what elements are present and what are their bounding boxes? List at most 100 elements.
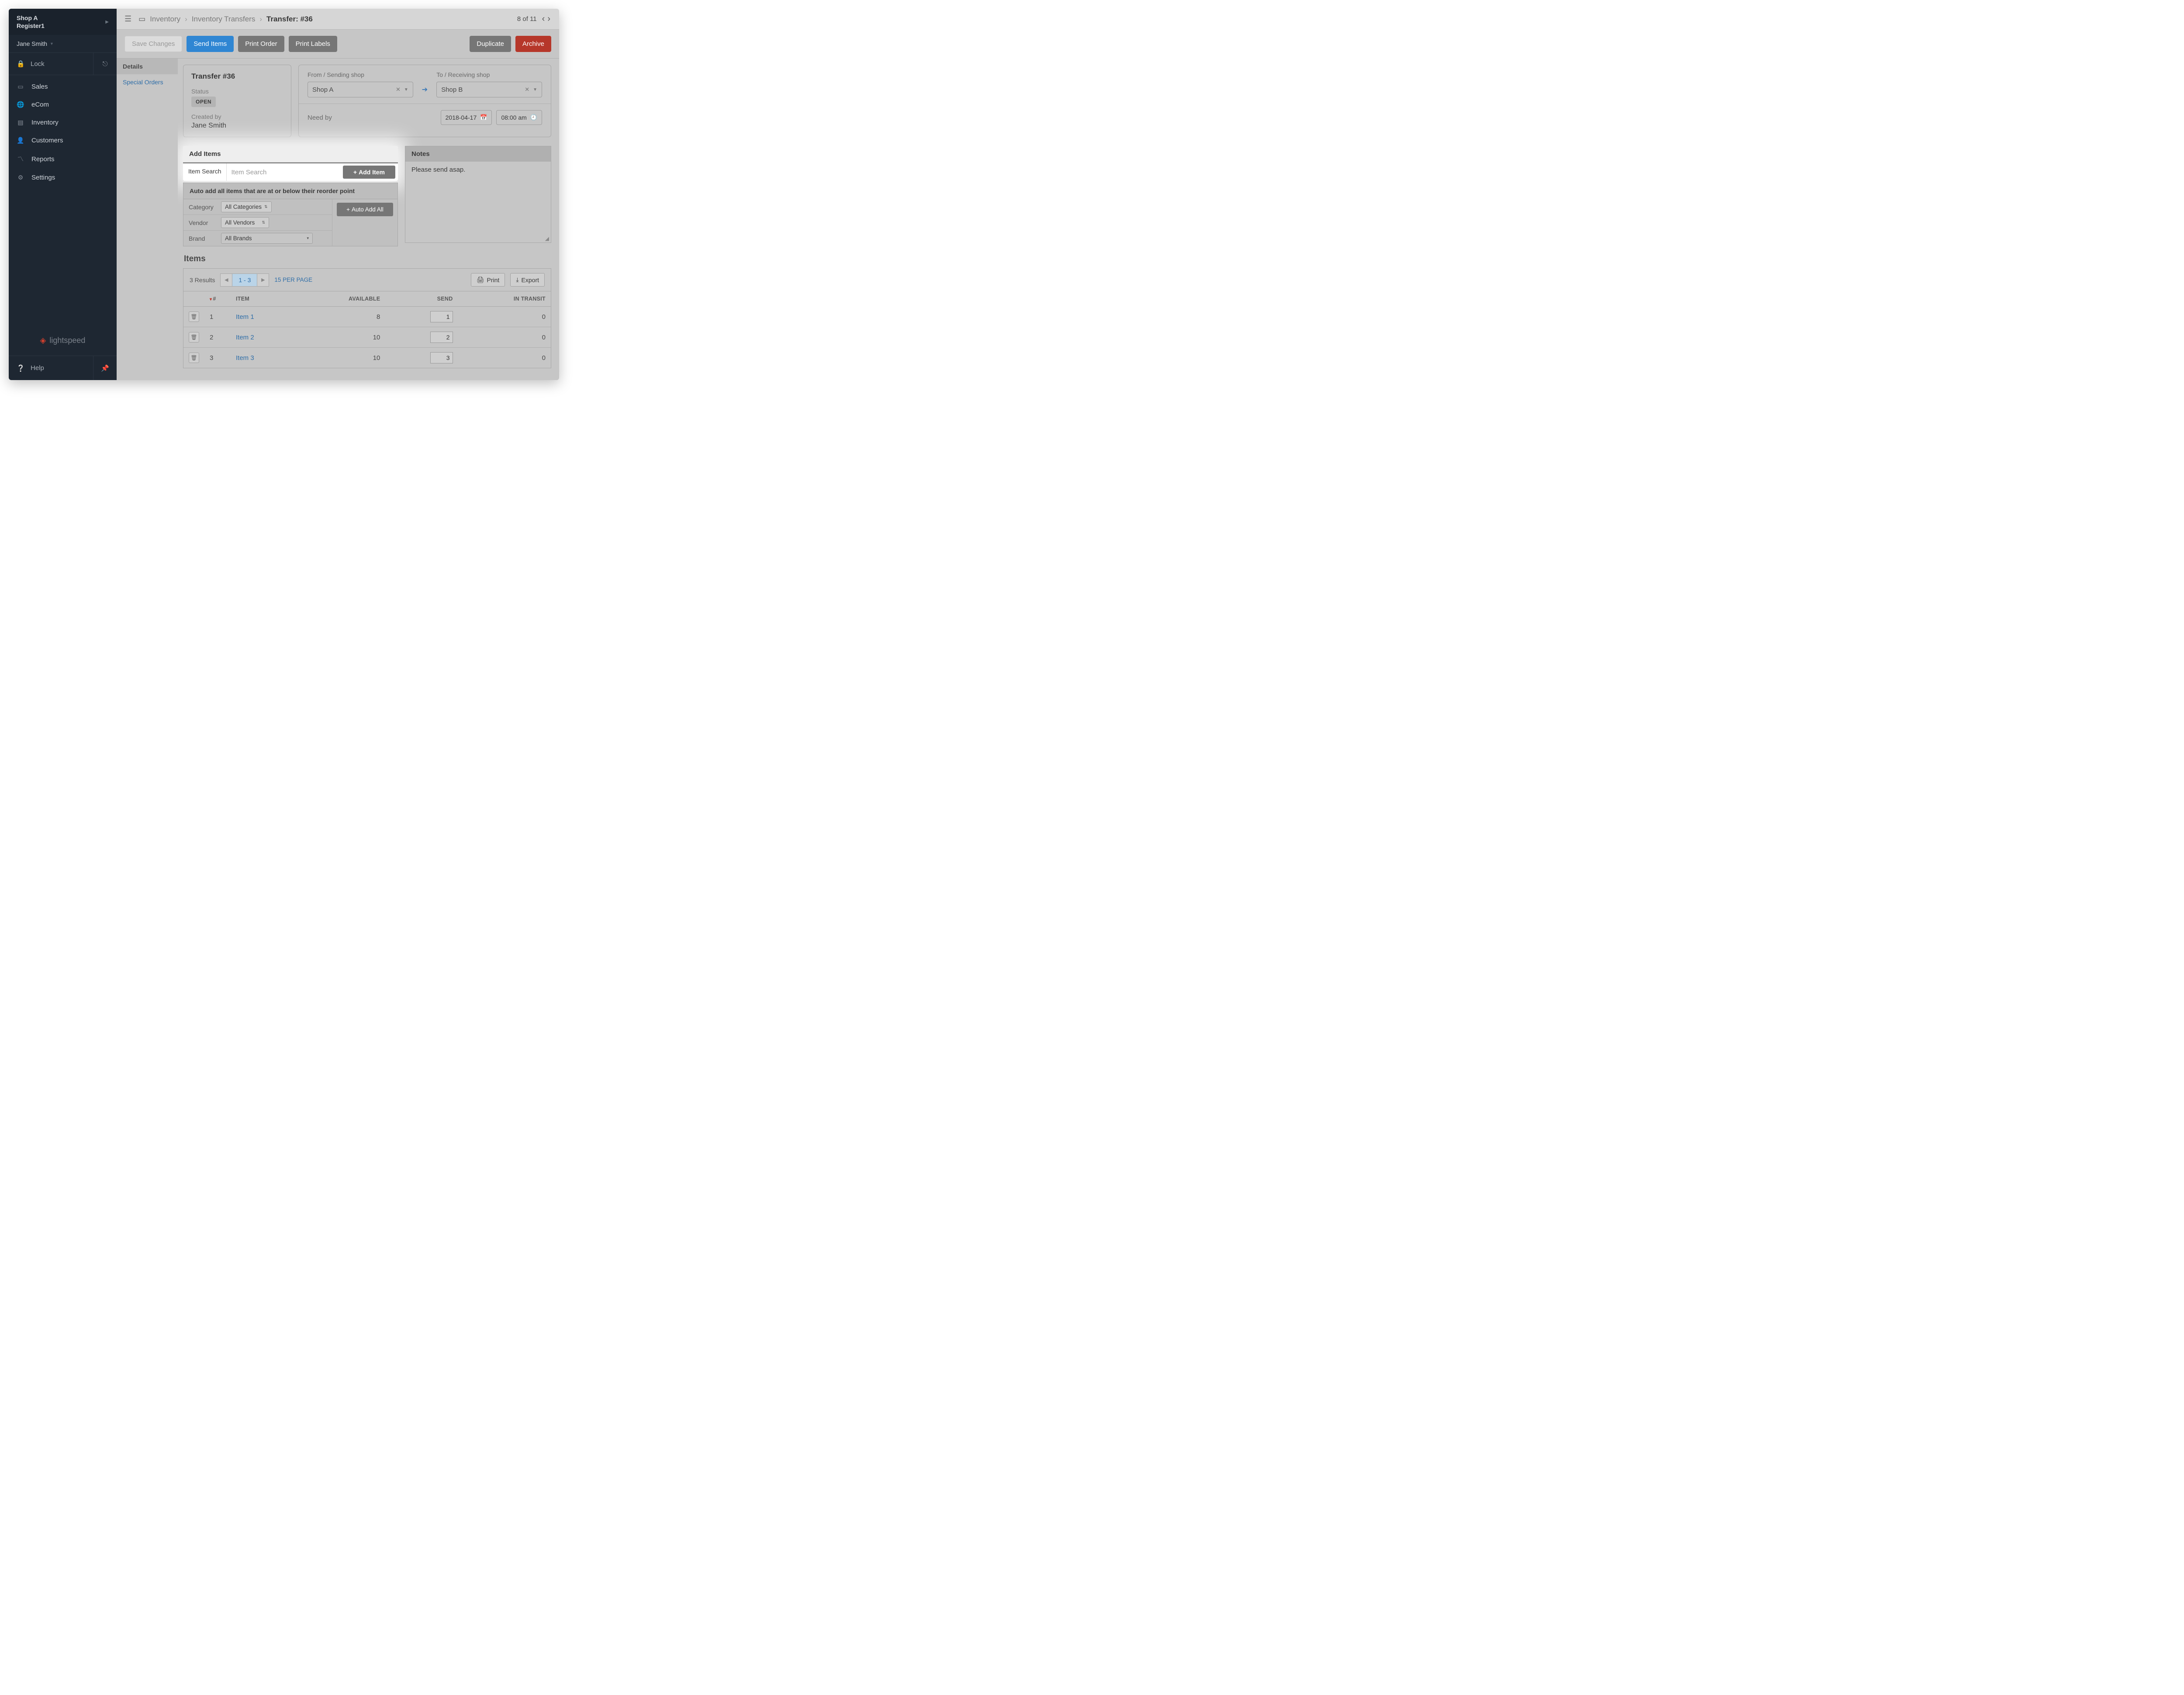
notes-heading: Notes xyxy=(405,146,551,162)
item-link[interactable]: Item 1 xyxy=(236,313,254,321)
nav-list: ▭Sales 🌐eCom ▤Inventory 👤Customers 〽Repo… xyxy=(9,75,117,325)
need-by-date-input[interactable]: 2018-04-17 📅 xyxy=(441,110,492,125)
export-icon: ⤓ xyxy=(516,276,518,284)
row-num: 3 xyxy=(204,348,231,368)
logout-button[interactable]: ⎋ xyxy=(93,53,117,75)
clear-icon[interactable]: ✕ xyxy=(525,86,529,93)
delete-row-button[interactable]: 🗑 xyxy=(189,311,199,322)
row-in-transit: 0 xyxy=(458,348,551,368)
export-items-button[interactable]: ⤓Export xyxy=(510,273,545,287)
category-select[interactable]: All Categories⇅ xyxy=(221,201,272,212)
pager-display: 1 - 3 xyxy=(232,273,257,287)
to-shop-label: To / Receiving shop xyxy=(436,71,542,78)
lock-label: Lock xyxy=(31,60,45,68)
item-link[interactable]: Item 2 xyxy=(236,334,254,341)
nav-reports[interactable]: 〽Reports xyxy=(9,149,117,169)
category-label: Category xyxy=(183,200,218,214)
calendar-icon: 📅 xyxy=(480,114,487,121)
caret-down-icon[interactable]: ▼ xyxy=(533,87,537,92)
row-available: 10 xyxy=(294,348,386,368)
send-qty-input[interactable] xyxy=(430,352,453,363)
nav-settings[interactable]: ⚙Settings xyxy=(9,169,117,187)
add-items-heading: Add Items xyxy=(183,146,398,163)
tab-details[interactable]: Details xyxy=(117,59,178,74)
globe-icon: 🌐 xyxy=(17,101,24,108)
content-area: Transfer #36 Status OPEN Created by Jane… xyxy=(178,59,559,380)
sort-icon: ⇅ xyxy=(264,204,268,209)
flame-icon: ◈ xyxy=(40,336,46,345)
nav-ecom[interactable]: 🌐eCom xyxy=(9,96,117,114)
results-count: 3 Results xyxy=(190,277,215,284)
print-order-button[interactable]: Print Order xyxy=(238,36,284,52)
transfer-summary-card: Transfer #36 Status OPEN Created by Jane… xyxy=(183,65,291,137)
from-shop-value: Shop A xyxy=(312,86,392,93)
row-in-transit: 0 xyxy=(458,327,551,348)
nav-sales[interactable]: ▭Sales xyxy=(9,78,117,96)
user-menu[interactable]: Jane Smith ▼ xyxy=(9,35,117,52)
archive-icon: ▭ xyxy=(138,15,145,24)
item-search-label: Item Search xyxy=(183,163,227,181)
delete-row-button[interactable]: 🗑 xyxy=(189,353,199,363)
send-items-button[interactable]: Send Items xyxy=(187,36,234,52)
to-shop-select[interactable]: Shop B ✕ ▼ xyxy=(436,82,542,97)
item-search-input[interactable] xyxy=(227,163,340,181)
category-value: All Categories xyxy=(225,204,262,210)
status-label: Status xyxy=(191,88,283,95)
need-by-time-input[interactable]: 08:00 am 🕘 xyxy=(496,110,542,125)
prev-record-button[interactable]: ‹ xyxy=(541,14,546,24)
send-qty-input[interactable] xyxy=(430,311,453,322)
shop-switcher[interactable]: Shop A Register1 ▶ xyxy=(9,9,117,35)
print-label: Print xyxy=(487,277,500,284)
nav-customers[interactable]: 👤Customers xyxy=(9,131,117,149)
sales-icon: ▭ xyxy=(17,83,24,90)
nav-inventory[interactable]: ▤Inventory xyxy=(9,114,117,131)
left-tab-list: Details Special Orders xyxy=(117,59,178,380)
bc-level2[interactable]: Inventory Transfers xyxy=(192,15,256,24)
record-position: 8 of 11 xyxy=(517,15,537,23)
notes-textarea[interactable] xyxy=(411,166,545,236)
bc-level1[interactable]: Inventory xyxy=(150,15,180,24)
send-qty-input[interactable] xyxy=(430,332,453,343)
th-item[interactable]: ITEM xyxy=(231,291,294,307)
brand-select[interactable]: All Brands▾ xyxy=(221,233,313,244)
inventory-icon: ▤ xyxy=(17,119,24,126)
th-available[interactable]: AVAILABLE xyxy=(294,291,386,307)
clear-icon[interactable]: ✕ xyxy=(396,86,401,93)
shops-card: From / Sending shop Shop A ✕ ▼ ➔ To / Re… xyxy=(298,65,551,137)
vendor-select[interactable]: All Vendors⇅ xyxy=(221,217,269,228)
bc-current: Transfer: #36 xyxy=(266,15,313,24)
from-shop-select[interactable]: Shop A ✕ ▼ xyxy=(308,82,413,97)
duplicate-button[interactable]: Duplicate xyxy=(470,36,511,52)
per-page-link[interactable]: 15 PER PAGE xyxy=(274,277,312,283)
print-labels-button[interactable]: Print Labels xyxy=(289,36,337,52)
pager-prev-button[interactable]: ◀ xyxy=(220,273,232,287)
next-record-button[interactable]: › xyxy=(546,14,551,24)
th-send[interactable]: SEND xyxy=(385,291,458,307)
caret-down-icon[interactable]: ▼ xyxy=(404,87,408,92)
archive-button[interactable]: Archive xyxy=(515,36,551,52)
pin-button[interactable]: 📌 xyxy=(93,356,117,380)
need-by-date-value: 2018-04-17 xyxy=(446,114,477,121)
brand-value: All Brands xyxy=(225,235,252,242)
action-bar: Save Changes Send Items Print Order Prin… xyxy=(117,30,559,59)
th-in-transit[interactable]: IN TRANSIT xyxy=(458,291,551,307)
auto-add-label: Auto Add All xyxy=(352,206,384,213)
lock-icon: 🔒 xyxy=(17,60,24,68)
add-item-button[interactable]: +Add Item xyxy=(343,166,395,179)
auto-add-all-button[interactable]: +Auto Add All xyxy=(337,203,393,216)
help-button[interactable]: ❔ Help xyxy=(9,356,93,380)
logo-text: lightspeed xyxy=(49,336,85,345)
pager-next-button[interactable]: ▶ xyxy=(257,273,269,287)
item-link[interactable]: Item 3 xyxy=(236,354,254,362)
breadcrumb: ▭ Inventory › Inventory Transfers › Tran… xyxy=(138,15,313,24)
lock-button[interactable]: 🔒 Lock xyxy=(9,53,93,75)
delete-row-button[interactable]: 🗑 xyxy=(189,332,199,342)
print-items-button[interactable]: 🖨Print xyxy=(471,273,505,287)
user-icon: 👤 xyxy=(17,137,24,144)
hamburger-icon[interactable]: ☰ xyxy=(124,14,131,24)
brand-logo: ◈ lightspeed xyxy=(9,325,117,356)
th-number[interactable]: ▾# xyxy=(204,291,231,307)
help-label: Help xyxy=(31,364,44,372)
add-item-label: Add Item xyxy=(359,169,385,176)
tab-special-orders[interactable]: Special Orders xyxy=(117,74,178,90)
